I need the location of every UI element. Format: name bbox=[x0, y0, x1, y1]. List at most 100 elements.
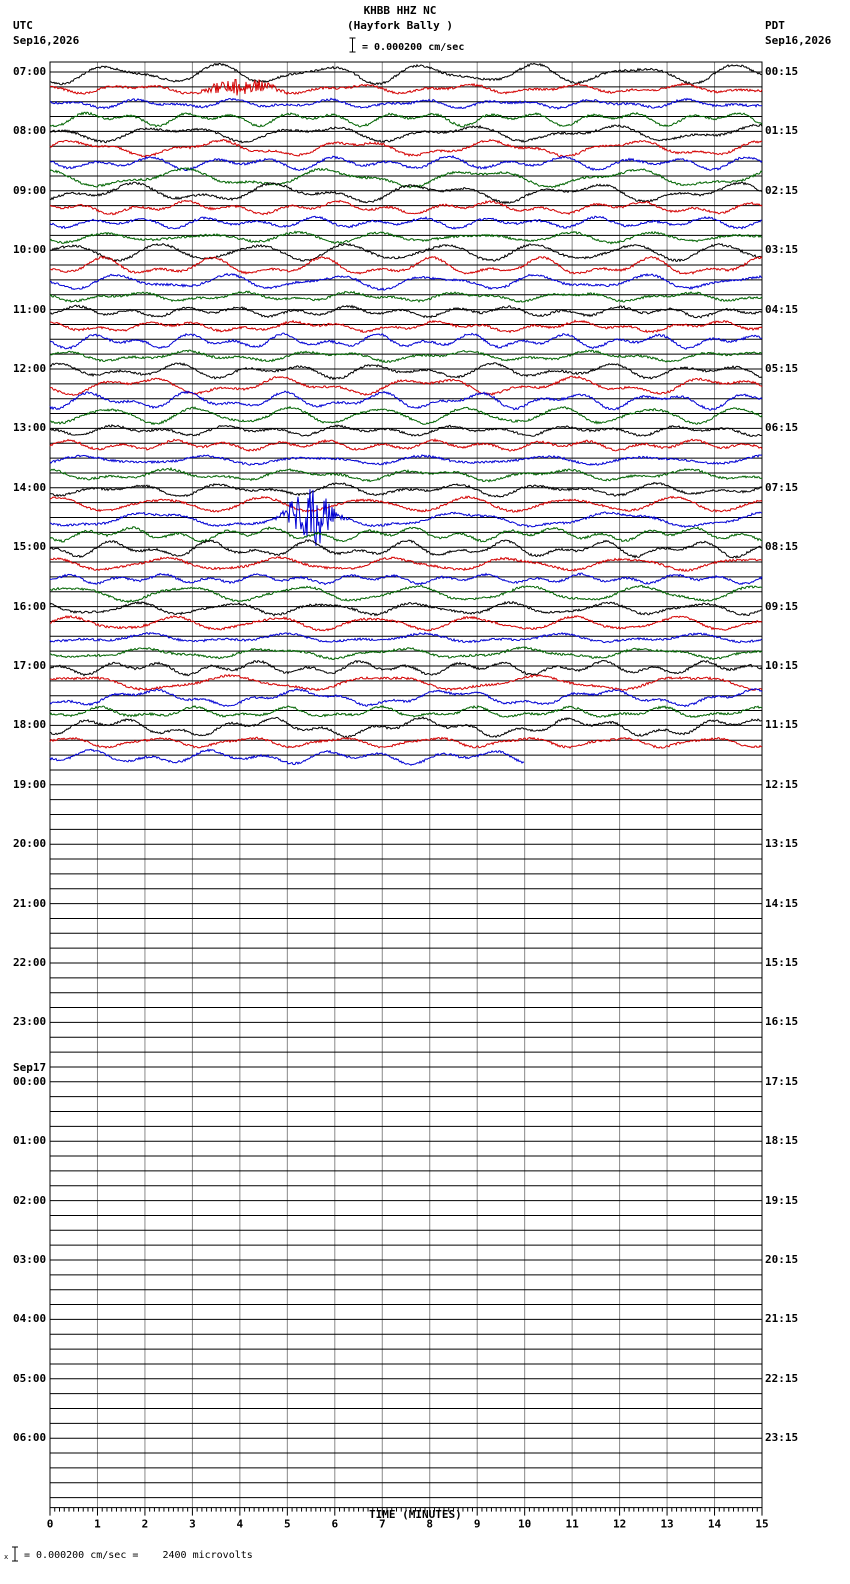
seismic-trace bbox=[49, 304, 763, 319]
footer-scale-note: = 0.000200 cm/sec = 2400 microvolts bbox=[24, 1550, 253, 1561]
pdt-hour-label: 00:15 bbox=[765, 65, 799, 78]
seismic-trace bbox=[49, 97, 763, 110]
utc-hour-label: 12:00 bbox=[13, 362, 47, 375]
utc-hour-label: 21:00 bbox=[13, 896, 47, 910]
seismic-trace bbox=[49, 600, 763, 617]
utc-hour-label: 11:00 bbox=[13, 302, 47, 316]
pdt-hour-label: 22:15 bbox=[765, 1371, 799, 1385]
footer-scale-icon: x bbox=[4, 1546, 20, 1562]
x-tick-label: 14 bbox=[708, 1518, 722, 1531]
seismic-trace bbox=[49, 539, 763, 559]
seismic-trace bbox=[49, 375, 763, 396]
seismic-trace bbox=[49, 673, 763, 692]
pdt-hour-label: 09:15 bbox=[765, 599, 799, 613]
x-tick-label: 5 bbox=[284, 1518, 291, 1531]
pdt-hour-label: 16:15 bbox=[765, 1015, 799, 1029]
seismic-trace bbox=[49, 242, 763, 263]
seismic-trace bbox=[49, 138, 763, 158]
x-tick-label: 11 bbox=[566, 1518, 580, 1531]
x-tick-label: 2 bbox=[142, 1518, 149, 1531]
utc-hour-label: 07:00 bbox=[13, 65, 47, 78]
utc-hour-label: 03:00 bbox=[13, 1253, 47, 1266]
utc-hour-label: 18:00 bbox=[13, 718, 47, 732]
seismic-trace bbox=[49, 705, 763, 719]
pdt-hour-label: 13:15 bbox=[765, 837, 799, 851]
seismic-trace bbox=[49, 79, 763, 96]
seismic-trace bbox=[49, 646, 763, 661]
seismic-trace bbox=[49, 123, 763, 144]
utc-hour-label: 20:00 bbox=[13, 837, 47, 851]
pdt-hour-label: 02:15 bbox=[765, 183, 799, 197]
seismic-trace bbox=[49, 230, 763, 245]
utc-hour-label: 01:00 bbox=[13, 1134, 47, 1148]
pdt-hour-label: 06:15 bbox=[765, 421, 799, 435]
seismic-trace bbox=[49, 215, 763, 230]
seismic-trace bbox=[49, 495, 763, 513]
pdt-hour-label: 15:15 bbox=[765, 956, 799, 969]
seismogram-plot: 0 1 2 3 4 5 6 7 8 9 10 11 12 13 14 15 bbox=[47, 61, 769, 1531]
seismic-trace bbox=[49, 526, 763, 543]
x-tick-label: 12 bbox=[613, 1518, 626, 1531]
pdt-hour-label: 21:15 bbox=[765, 1312, 799, 1326]
x-tick-label: 0 bbox=[47, 1518, 54, 1531]
seismic-trace bbox=[49, 716, 763, 739]
seismic-trace bbox=[49, 272, 763, 291]
x-tick-label: 15 bbox=[755, 1518, 768, 1531]
utc-hour-label: 04:00 bbox=[13, 1312, 47, 1326]
seismic-trace bbox=[49, 290, 763, 303]
x-tick-label: 9 bbox=[474, 1518, 481, 1531]
seismic-trace bbox=[50, 466, 763, 483]
seismic-trace bbox=[49, 349, 763, 364]
x-tick-label: 13 bbox=[660, 1518, 673, 1531]
seismic-trace bbox=[49, 454, 763, 466]
seismic-trace bbox=[49, 362, 763, 381]
utc-hour-label: 13:00 bbox=[13, 421, 47, 435]
pdt-hour-label: 18:15 bbox=[765, 1134, 799, 1148]
pdt-hour-label: 20:15 bbox=[765, 1253, 799, 1266]
seismic-trace bbox=[49, 181, 763, 205]
utc-hour-label: 00:00 bbox=[13, 1074, 47, 1088]
svg-text:x: x bbox=[4, 1553, 8, 1561]
utc-hour-label: 14:00 bbox=[13, 480, 47, 494]
seismic-trace bbox=[49, 481, 763, 498]
seismic-trace bbox=[49, 438, 763, 452]
x-axis-label: TIME (MINUTES) bbox=[369, 1508, 462, 1521]
utc-hour-label: 22:00 bbox=[13, 956, 47, 969]
pdt-hour-label: 01:15 bbox=[765, 124, 799, 138]
seismic-trace bbox=[49, 62, 763, 86]
pdt-hour-label: 19:15 bbox=[765, 1193, 799, 1207]
x-tick-label: 1 bbox=[94, 1518, 101, 1531]
utc-hour-label: 15:00 bbox=[13, 540, 47, 554]
seismic-trace bbox=[49, 631, 763, 644]
seismic-trace bbox=[49, 687, 763, 708]
seismic-trace bbox=[49, 423, 763, 437]
pdt-hour-label: 11:15 bbox=[765, 718, 799, 732]
x-tick-label: 6 bbox=[331, 1518, 338, 1531]
seismic-trace bbox=[49, 405, 763, 426]
pdt-hour-label: 10:15 bbox=[765, 659, 799, 672]
utc-hour-label: 06:00 bbox=[13, 1431, 47, 1445]
pdt-hour-label: 07:15 bbox=[765, 480, 799, 494]
pdt-hour-label: 04:15 bbox=[765, 302, 799, 316]
x-tick-label: 4 bbox=[237, 1518, 244, 1531]
seismic-trace bbox=[49, 659, 763, 677]
seismic-trace bbox=[49, 332, 763, 350]
utc-hour-label: 10:00 bbox=[13, 243, 47, 257]
x-tick-label: 10 bbox=[518, 1518, 531, 1531]
seismic-trace bbox=[49, 390, 763, 411]
x-tick-label: 3 bbox=[189, 1518, 196, 1531]
pdt-hour-label: 08:15 bbox=[765, 540, 799, 554]
utc-hour-label: 08:00 bbox=[13, 124, 47, 138]
pdt-hour-label: 23:15 bbox=[765, 1431, 799, 1445]
pdt-hour-label: 17:15 bbox=[765, 1074, 799, 1088]
utc-hour-label: 09:00 bbox=[13, 183, 47, 197]
pdt-hour-label: 03:15 bbox=[765, 243, 799, 257]
utc-date-label: Sep17 bbox=[13, 1060, 47, 1074]
seismic-trace bbox=[50, 319, 763, 334]
seismic-trace bbox=[49, 584, 763, 604]
pdt-hour-label: 14:15 bbox=[765, 896, 799, 910]
seismic-trace bbox=[49, 199, 763, 216]
seismic-trace bbox=[49, 111, 763, 128]
seismic-trace bbox=[49, 166, 763, 189]
utc-hour-label: 16:00 bbox=[13, 599, 47, 613]
